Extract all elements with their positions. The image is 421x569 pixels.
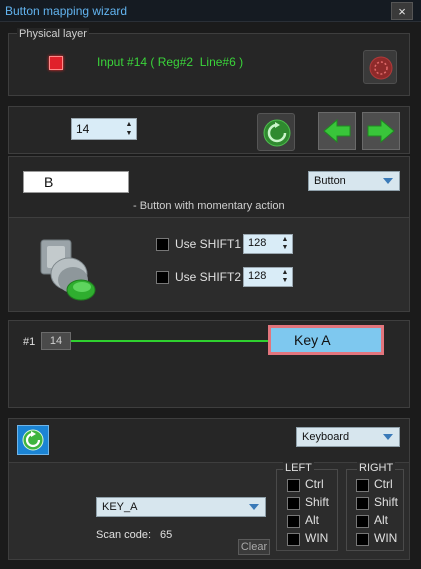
chevron-down-icon <box>383 434 393 440</box>
title-bar: Button mapping wizard × <box>0 0 421 22</box>
button-type-select[interactable]: Button <box>308 171 400 191</box>
right-modifiers-group: RIGHT Ctrl Shift Alt WIN <box>346 462 404 551</box>
use-shift2-label: Use SHIFT2 <box>175 270 242 284</box>
mapping-input-number: 14 <box>49 335 63 347</box>
target-key-button[interactable]: Key A <box>268 325 384 355</box>
mapping-panel: #1 14 Key A <box>8 320 410 408</box>
shift1-spinner[interactable]: 128 ▲ ▼ <box>243 234 293 254</box>
target-key-label: Key A <box>294 332 331 348</box>
close-icon[interactable]: × <box>391 2 413 20</box>
right-ctrl-label: Ctrl <box>374 477 393 491</box>
right-shift-checkbox[interactable] <box>356 497 369 510</box>
input-index-value: 14 <box>76 122 90 136</box>
left-alt-label: Alt <box>305 513 320 527</box>
right-shift-label: Shift <box>374 495 399 509</box>
button-name-input[interactable]: B <box>23 171 129 193</box>
right-ctrl-checkbox[interactable] <box>356 479 369 492</box>
button-name-value: B <box>44 174 54 190</box>
shift2-value: 128 <box>248 270 267 282</box>
left-alt-checkbox[interactable] <box>287 515 300 528</box>
left-modifiers-group: LEFT Ctrl Shift Alt WIN <box>276 462 338 551</box>
right-modifiers-label: RIGHT <box>357 462 396 474</box>
chevron-down-icon <box>249 504 259 510</box>
key-select[interactable]: KEY_A <box>96 497 266 517</box>
left-ctrl-checkbox[interactable] <box>287 479 300 492</box>
chevron-down-icon <box>383 178 393 184</box>
spinner-arrows[interactable]: ▲ ▼ <box>280 269 290 285</box>
device-select-value: Keyboard <box>302 431 350 443</box>
button-description: - Button with momentary action <box>133 200 285 212</box>
right-alt-checkbox[interactable] <box>356 515 369 528</box>
left-ctrl-label: Ctrl <box>305 477 324 491</box>
right-alt-label: Alt <box>374 513 389 527</box>
use-shift1-checkbox[interactable] <box>156 238 169 251</box>
left-modifiers-label: LEFT <box>283 462 314 474</box>
mapping-input-box: 14 <box>41 332 71 350</box>
left-win-checkbox[interactable] <box>287 533 300 546</box>
key-select-value: KEY_A <box>102 501 138 513</box>
arrow-left-icon[interactable] <box>318 112 356 150</box>
spinner-arrows[interactable]: ▲ ▼ <box>280 236 290 252</box>
use-shift1-label: Use SHIFT1 <box>175 237 242 251</box>
scan-code-value: 65 <box>160 529 173 541</box>
arrow-right-icon[interactable] <box>362 112 400 150</box>
input-info-text: Input #14 ( Reg#2 Line#6 ) <box>97 55 244 69</box>
physical-layer-label: Physical layer <box>17 28 89 40</box>
key-settings-area: KEY_A Scan code: 65 Clear LEFT Ctrl Shif… <box>9 462 409 559</box>
button-settings-area: Use SHIFT1 128 ▲ ▼ Use SHIFT2 128 ▲ ▼ <box>9 217 409 311</box>
window-title: Button mapping wizard <box>5 4 128 18</box>
input-status-led <box>49 56 63 70</box>
left-win-label: WIN <box>305 531 329 545</box>
mapping-link-line <box>71 340 271 342</box>
navigation-panel: 14 ▲ ▼ <box>8 106 410 154</box>
input-index-spinner[interactable]: 14 ▲ ▼ <box>71 118 137 140</box>
keyboard-panel: Keyboard KEY_A Scan code: 65 Clear LEFT … <box>8 418 410 560</box>
button-config-panel: B Button - Button with momentary action … <box>8 156 410 312</box>
spinner-arrows[interactable]: ▲ ▼ <box>124 120 134 138</box>
reset-icon[interactable] <box>363 50 397 84</box>
refresh-icon[interactable] <box>17 425 49 455</box>
right-win-checkbox[interactable] <box>356 533 369 546</box>
button-image <box>35 228 105 306</box>
left-shift-label: Shift <box>305 495 330 509</box>
right-win-label: WIN <box>374 531 398 545</box>
button-type-value: Button <box>314 175 346 187</box>
scan-code-label: Scan code: <box>96 529 152 541</box>
shift1-value: 128 <box>248 237 267 249</box>
mapping-index-label: #1 <box>23 336 36 348</box>
clear-button[interactable]: Clear <box>238 539 270 555</box>
use-shift2-checkbox[interactable] <box>156 271 169 284</box>
device-select[interactable]: Keyboard <box>296 427 400 447</box>
refresh-icon[interactable] <box>257 113 295 151</box>
left-shift-checkbox[interactable] <box>287 497 300 510</box>
shift2-spinner[interactable]: 128 ▲ ▼ <box>243 267 293 287</box>
physical-layer-panel: Physical layer Input #14 ( Reg#2 Line#6 … <box>8 28 410 96</box>
